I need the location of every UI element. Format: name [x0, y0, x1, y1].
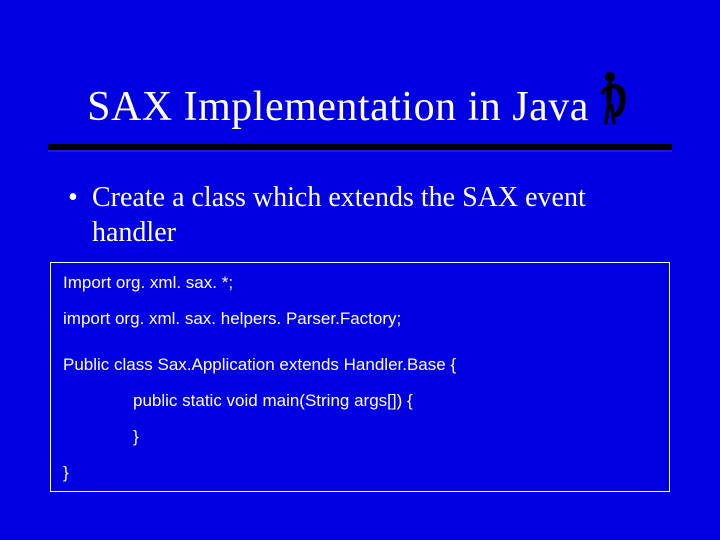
bullet-text: Create a class which extends the SAX eve…	[92, 180, 660, 250]
title-underline	[48, 144, 672, 150]
saxophone-player-icon	[595, 70, 633, 135]
code-line: import org. xml. sax. helpers. Parser.Fa…	[63, 309, 657, 329]
code-line: }	[63, 427, 657, 447]
code-line: }	[63, 463, 657, 483]
bullet-list: • Create a class which extends the SAX e…	[68, 180, 660, 250]
code-box: Import org. xml. sax. *; import org. xml…	[50, 262, 670, 492]
code-line: Public class Sax.Application extends Han…	[63, 355, 657, 375]
code-line: Import org. xml. sax. *;	[63, 273, 657, 293]
slide-title: SAX Implementation in Java	[87, 83, 589, 131]
slide: SAX Implementation in Java • Create a cl…	[0, 0, 720, 540]
bullet-item: • Create a class which extends the SAX e…	[68, 180, 660, 250]
code-line: public static void main(String args[]) {	[63, 391, 657, 411]
bullet-dot-icon: •	[68, 180, 92, 250]
title-row: SAX Implementation in Java	[0, 70, 720, 131]
